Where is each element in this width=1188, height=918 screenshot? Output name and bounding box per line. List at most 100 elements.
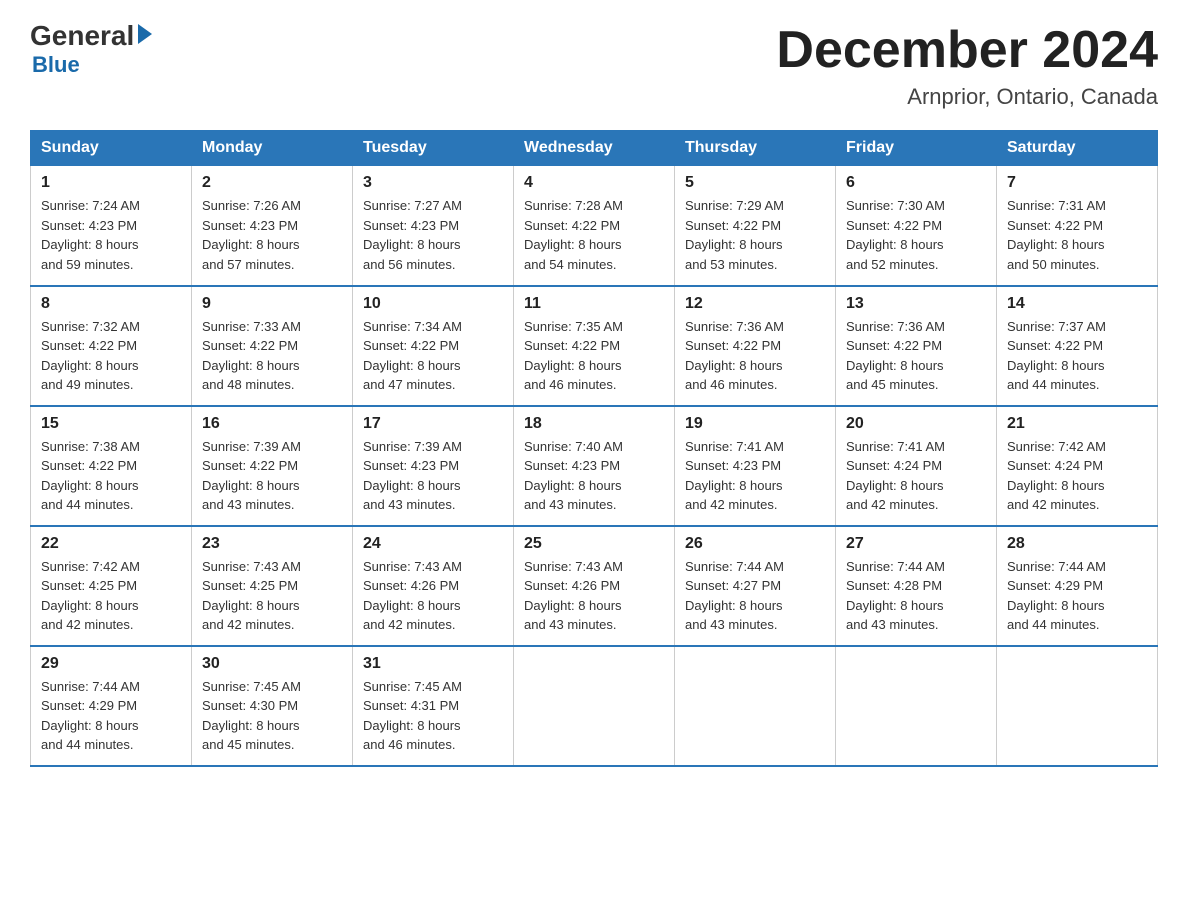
- week-row-1: 1 Sunrise: 7:24 AMSunset: 4:23 PMDayligh…: [31, 166, 1158, 286]
- day-cell: [514, 646, 675, 766]
- day-cell: 17 Sunrise: 7:39 AMSunset: 4:23 PMDaylig…: [353, 406, 514, 526]
- header-monday: Monday: [192, 131, 353, 166]
- day-info: Sunrise: 7:43 AMSunset: 4:26 PMDaylight:…: [363, 559, 462, 633]
- day-info: Sunrise: 7:24 AMSunset: 4:23 PMDaylight:…: [41, 198, 140, 272]
- day-info: Sunrise: 7:44 AMSunset: 4:29 PMDaylight:…: [1007, 559, 1106, 633]
- day-number: 19: [685, 415, 825, 433]
- day-number: 7: [1007, 174, 1147, 192]
- day-info: Sunrise: 7:31 AMSunset: 4:22 PMDaylight:…: [1007, 198, 1106, 272]
- logo-general: General: [30, 20, 134, 52]
- day-info: Sunrise: 7:42 AMSunset: 4:24 PMDaylight:…: [1007, 439, 1106, 513]
- day-cell: 12 Sunrise: 7:36 AMSunset: 4:22 PMDaylig…: [675, 286, 836, 406]
- title-block: December 2024 Arnprior, Ontario, Canada: [776, 20, 1158, 110]
- day-cell: 4 Sunrise: 7:28 AMSunset: 4:22 PMDayligh…: [514, 166, 675, 286]
- day-info: Sunrise: 7:41 AMSunset: 4:23 PMDaylight:…: [685, 439, 784, 513]
- day-number: 1: [41, 174, 181, 192]
- day-cell: 14 Sunrise: 7:37 AMSunset: 4:22 PMDaylig…: [997, 286, 1158, 406]
- logo-text: General: [30, 20, 152, 52]
- day-info: Sunrise: 7:42 AMSunset: 4:25 PMDaylight:…: [41, 559, 140, 633]
- day-info: Sunrise: 7:39 AMSunset: 4:22 PMDaylight:…: [202, 439, 301, 513]
- day-cell: 25 Sunrise: 7:43 AMSunset: 4:26 PMDaylig…: [514, 526, 675, 646]
- day-number: 11: [524, 295, 664, 313]
- header-tuesday: Tuesday: [353, 131, 514, 166]
- day-cell: 23 Sunrise: 7:43 AMSunset: 4:25 PMDaylig…: [192, 526, 353, 646]
- day-cell: 21 Sunrise: 7:42 AMSunset: 4:24 PMDaylig…: [997, 406, 1158, 526]
- day-number: 12: [685, 295, 825, 313]
- header-wednesday: Wednesday: [514, 131, 675, 166]
- header-friday: Friday: [836, 131, 997, 166]
- day-number: 20: [846, 415, 986, 433]
- day-number: 24: [363, 535, 503, 553]
- day-info: Sunrise: 7:26 AMSunset: 4:23 PMDaylight:…: [202, 198, 301, 272]
- day-cell: 10 Sunrise: 7:34 AMSunset: 4:22 PMDaylig…: [353, 286, 514, 406]
- day-cell: 11 Sunrise: 7:35 AMSunset: 4:22 PMDaylig…: [514, 286, 675, 406]
- week-row-3: 15 Sunrise: 7:38 AMSunset: 4:22 PMDaylig…: [31, 406, 1158, 526]
- day-number: 23: [202, 535, 342, 553]
- calendar-table: SundayMondayTuesdayWednesdayThursdayFrid…: [30, 130, 1158, 767]
- day-cell: 13 Sunrise: 7:36 AMSunset: 4:22 PMDaylig…: [836, 286, 997, 406]
- day-number: 10: [363, 295, 503, 313]
- day-number: 15: [41, 415, 181, 433]
- header-thursday: Thursday: [675, 131, 836, 166]
- day-info: Sunrise: 7:41 AMSunset: 4:24 PMDaylight:…: [846, 439, 945, 513]
- day-cell: 31 Sunrise: 7:45 AMSunset: 4:31 PMDaylig…: [353, 646, 514, 766]
- day-number: 8: [41, 295, 181, 313]
- day-cell: 15 Sunrise: 7:38 AMSunset: 4:22 PMDaylig…: [31, 406, 192, 526]
- day-info: Sunrise: 7:38 AMSunset: 4:22 PMDaylight:…: [41, 439, 140, 513]
- day-info: Sunrise: 7:44 AMSunset: 4:28 PMDaylight:…: [846, 559, 945, 633]
- day-number: 25: [524, 535, 664, 553]
- page-header: General Blue December 2024 Arnprior, Ont…: [30, 20, 1158, 110]
- day-cell: 18 Sunrise: 7:40 AMSunset: 4:23 PMDaylig…: [514, 406, 675, 526]
- week-row-5: 29 Sunrise: 7:44 AMSunset: 4:29 PMDaylig…: [31, 646, 1158, 766]
- day-info: Sunrise: 7:30 AMSunset: 4:22 PMDaylight:…: [846, 198, 945, 272]
- day-cell: 29 Sunrise: 7:44 AMSunset: 4:29 PMDaylig…: [31, 646, 192, 766]
- day-cell: 16 Sunrise: 7:39 AMSunset: 4:22 PMDaylig…: [192, 406, 353, 526]
- day-number: 21: [1007, 415, 1147, 433]
- day-cell: 1 Sunrise: 7:24 AMSunset: 4:23 PMDayligh…: [31, 166, 192, 286]
- day-number: 16: [202, 415, 342, 433]
- day-cell: 20 Sunrise: 7:41 AMSunset: 4:24 PMDaylig…: [836, 406, 997, 526]
- day-cell: 27 Sunrise: 7:44 AMSunset: 4:28 PMDaylig…: [836, 526, 997, 646]
- day-number: 14: [1007, 295, 1147, 313]
- day-info: Sunrise: 7:29 AMSunset: 4:22 PMDaylight:…: [685, 198, 784, 272]
- day-number: 31: [363, 655, 503, 673]
- day-info: Sunrise: 7:39 AMSunset: 4:23 PMDaylight:…: [363, 439, 462, 513]
- day-info: Sunrise: 7:34 AMSunset: 4:22 PMDaylight:…: [363, 319, 462, 393]
- day-cell: 6 Sunrise: 7:30 AMSunset: 4:22 PMDayligh…: [836, 166, 997, 286]
- day-cell: 9 Sunrise: 7:33 AMSunset: 4:22 PMDayligh…: [192, 286, 353, 406]
- day-cell: 7 Sunrise: 7:31 AMSunset: 4:22 PMDayligh…: [997, 166, 1158, 286]
- calendar-subtitle: Arnprior, Ontario, Canada: [776, 84, 1158, 110]
- day-number: 5: [685, 174, 825, 192]
- day-number: 17: [363, 415, 503, 433]
- calendar-header-row: SundayMondayTuesdayWednesdayThursdayFrid…: [31, 131, 1158, 166]
- day-info: Sunrise: 7:43 AMSunset: 4:25 PMDaylight:…: [202, 559, 301, 633]
- day-number: 6: [846, 174, 986, 192]
- day-cell: [997, 646, 1158, 766]
- day-cell: 5 Sunrise: 7:29 AMSunset: 4:22 PMDayligh…: [675, 166, 836, 286]
- day-info: Sunrise: 7:28 AMSunset: 4:22 PMDaylight:…: [524, 198, 623, 272]
- day-cell: 24 Sunrise: 7:43 AMSunset: 4:26 PMDaylig…: [353, 526, 514, 646]
- day-number: 2: [202, 174, 342, 192]
- day-number: 26: [685, 535, 825, 553]
- day-number: 18: [524, 415, 664, 433]
- day-info: Sunrise: 7:32 AMSunset: 4:22 PMDaylight:…: [41, 319, 140, 393]
- day-info: Sunrise: 7:36 AMSunset: 4:22 PMDaylight:…: [685, 319, 784, 393]
- day-info: Sunrise: 7:43 AMSunset: 4:26 PMDaylight:…: [524, 559, 623, 633]
- day-info: Sunrise: 7:36 AMSunset: 4:22 PMDaylight:…: [846, 319, 945, 393]
- day-cell: 28 Sunrise: 7:44 AMSunset: 4:29 PMDaylig…: [997, 526, 1158, 646]
- logo-arrow-icon: [138, 24, 152, 44]
- day-cell: 22 Sunrise: 7:42 AMSunset: 4:25 PMDaylig…: [31, 526, 192, 646]
- day-number: 9: [202, 295, 342, 313]
- calendar-title: December 2024: [776, 20, 1158, 80]
- day-number: 27: [846, 535, 986, 553]
- day-cell: [836, 646, 997, 766]
- day-cell: 8 Sunrise: 7:32 AMSunset: 4:22 PMDayligh…: [31, 286, 192, 406]
- day-cell: [675, 646, 836, 766]
- logo: General Blue: [30, 20, 152, 78]
- day-info: Sunrise: 7:37 AMSunset: 4:22 PMDaylight:…: [1007, 319, 1106, 393]
- week-row-2: 8 Sunrise: 7:32 AMSunset: 4:22 PMDayligh…: [31, 286, 1158, 406]
- day-number: 30: [202, 655, 342, 673]
- day-info: Sunrise: 7:40 AMSunset: 4:23 PMDaylight:…: [524, 439, 623, 513]
- week-row-4: 22 Sunrise: 7:42 AMSunset: 4:25 PMDaylig…: [31, 526, 1158, 646]
- day-cell: 2 Sunrise: 7:26 AMSunset: 4:23 PMDayligh…: [192, 166, 353, 286]
